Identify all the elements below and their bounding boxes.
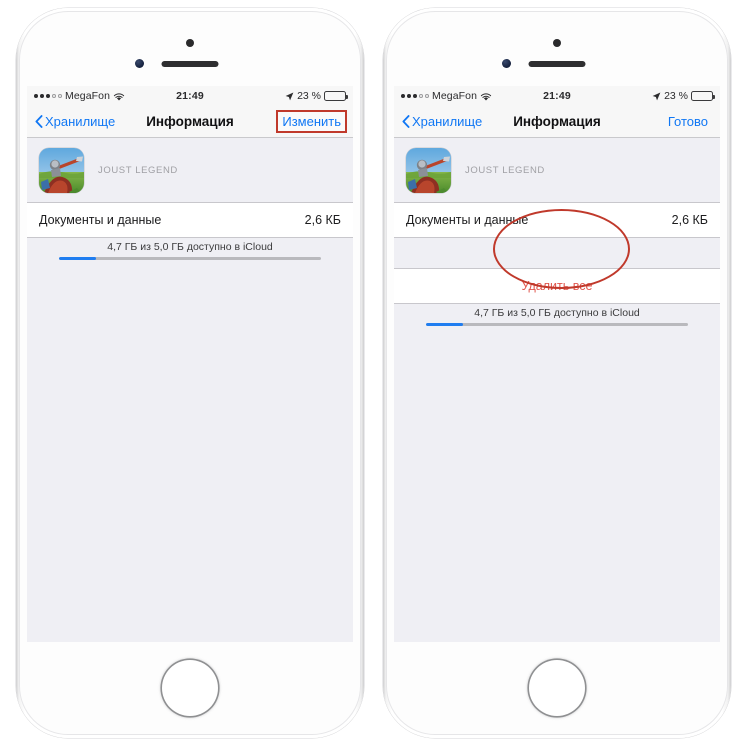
done-button[interactable]: Готово (664, 112, 712, 131)
documents-and-data-label: Документы и данные (406, 213, 529, 227)
battery-icon (324, 91, 348, 101)
screen-left: MegaFon 21:49 23 % Хранилище Информация … (27, 86, 353, 642)
location-arrow-icon (285, 92, 294, 101)
proximity-sensor-icon (186, 39, 194, 47)
storage-progress-fill (426, 323, 463, 326)
home-button[interactable] (529, 660, 585, 716)
documents-and-data-label: Документы и данные (39, 213, 162, 227)
iphone-right: MegaFon 21:49 23 % Хранилище Информация … (383, 8, 731, 738)
back-button[interactable]: Хранилище (35, 114, 115, 129)
nav-bar-right: Хранилище Информация Готово (394, 106, 720, 138)
chevron-left-icon (402, 115, 410, 128)
screen-right: MegaFon 21:49 23 % Хранилище Информация … (394, 86, 720, 642)
storage-progress-fill (59, 257, 96, 260)
earpiece-speaker (528, 61, 586, 67)
front-camera-icon (502, 59, 511, 68)
documents-and-data-row[interactable]: Документы и данные 2,6 КБ (394, 202, 720, 238)
status-bar-left: MegaFon 21:49 23 % (27, 86, 353, 106)
earpiece-speaker (161, 61, 219, 67)
edit-button[interactable]: Изменить (278, 112, 345, 131)
two-phone-comparison: MegaFon 21:49 23 % Хранилище Информация … (0, 0, 740, 745)
documents-and-data-value: 2,6 КБ (671, 213, 708, 227)
battery-icon (691, 91, 715, 101)
proximity-sensor-icon (553, 39, 561, 47)
chevron-left-icon (35, 115, 43, 128)
battery-percent-label: 23 % (297, 90, 321, 102)
app-name-label: JOUST LEGEND (465, 164, 545, 176)
section-gap (394, 238, 720, 268)
app-header-right: JOUST LEGEND (394, 138, 720, 202)
storage-availability-label: 4,7 ГБ из 5,0 ГБ доступно в iCloud (474, 307, 640, 319)
app-header-left: JOUST LEGEND (27, 138, 353, 202)
iphone-left: MegaFon 21:49 23 % Хранилище Информация … (16, 8, 364, 738)
documents-and-data-row[interactable]: Документы и данные 2,6 КБ (27, 202, 353, 238)
delete-all-button[interactable]: Удалить все (394, 268, 720, 304)
back-button[interactable]: Хранилище (402, 114, 482, 129)
storage-progress-bar (426, 323, 688, 326)
joust-legend-app-icon (39, 147, 84, 193)
app-name-label: JOUST LEGEND (98, 164, 178, 176)
status-bar-right-group: 23 % (652, 90, 715, 102)
status-bar-right-group: 23 % (285, 90, 348, 102)
home-button[interactable] (162, 660, 218, 716)
nav-bar-left: Хранилище Информация Изменить (27, 106, 353, 138)
joust-legend-app-icon (406, 147, 451, 193)
back-button-label: Хранилище (412, 114, 483, 129)
storage-progress-bar (59, 257, 321, 260)
status-bar-right: MegaFon 21:49 23 % (394, 86, 720, 106)
storage-footer-right: 4,7 ГБ из 5,0 ГБ доступно в iCloud (394, 304, 720, 333)
location-arrow-icon (652, 92, 661, 101)
back-button-label: Хранилище (45, 114, 116, 129)
storage-availability-label: 4,7 ГБ из 5,0 ГБ доступно в iCloud (107, 241, 273, 253)
storage-footer-left: 4,7 ГБ из 5,0 ГБ доступно в iCloud (27, 238, 353, 267)
battery-percent-label: 23 % (664, 90, 688, 102)
front-camera-icon (135, 59, 144, 68)
documents-and-data-value: 2,6 КБ (304, 213, 341, 227)
